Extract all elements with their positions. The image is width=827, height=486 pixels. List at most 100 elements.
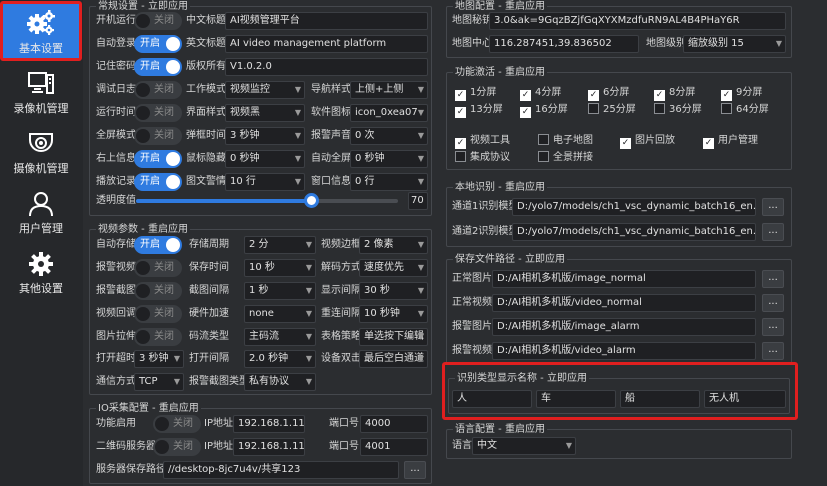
opacity-slider-handle[interactable] [304,193,319,208]
video-select[interactable]: 2.0 秒钟 ▼ [244,350,316,368]
save-path-browse-button[interactable]: ... [762,294,784,312]
toggle-switch[interactable]: 开启 [134,236,182,254]
map-level-select[interactable]: 缩放级别 15 ▼ [683,35,786,53]
opacity-slider[interactable] [136,193,398,208]
toggle-switch[interactable]: 关闭 [134,259,182,277]
general-text-input[interactable]: AI视频管理平台 [225,12,428,30]
group-title: 语言配置 - 重启应用 [453,423,547,436]
toggle-switch[interactable]: 关闭 [134,104,182,122]
video-select[interactable]: 2 分 ▼ [244,236,316,254]
nav-recorder-management[interactable]: 录像机管理 [3,64,79,120]
model-path-input[interactable]: D:/yolo7/models/ch1_vsc_dynamic_batch16_… [512,198,756,216]
general-text-input[interactable]: V1.0.2.0 [225,58,428,76]
video-select[interactable]: 私有协议 ▼ [244,373,316,391]
feature-checkbox[interactable]: 集成协议 [455,151,510,165]
feature-checkbox[interactable]: 全景拼接 [538,151,593,165]
general-select[interactable]: icon_0xea07 ▼ [350,104,428,122]
screen-layout-checkbox[interactable]: ✓ 8分屏 [654,86,695,101]
toggle-switch[interactable]: 关闭 [134,81,182,99]
opacity-value[interactable]: 70 [408,192,428,210]
general-select-value: 0 次 [355,130,375,141]
language-select[interactable]: 中文 ▼ [472,437,576,455]
screen-layout-checkbox[interactable]: 36分屏 [654,103,702,117]
server-path-browse-button[interactable]: ... [404,461,426,479]
model-browse-button[interactable]: ... [762,198,784,216]
general-field-label: 界面样式 [186,107,226,118]
general-select[interactable]: 10 行 ▼ [225,173,305,191]
save-path-input[interactable]: D:/AI相机多机版/video_normal [492,294,756,312]
general-select[interactable]: 0 行 ▼ [350,173,428,191]
video-select[interactable]: none ▼ [244,305,316,323]
toggle-switch[interactable]: 关闭 [134,282,182,300]
video-select[interactable]: 3 秒钟 ▼ [134,350,184,368]
model-browse-button[interactable]: ... [762,223,784,241]
general-field-label: 工作模式 [186,84,226,95]
checkbox-label: 1分屏 [470,87,497,98]
display-name-drone[interactable]: 无人机 [704,390,786,408]
toggle-switch[interactable]: 开启 [134,173,182,191]
toggle-switch[interactable]: 开启 [134,35,182,53]
video-select[interactable]: 10 秒 ▼ [244,259,316,277]
save-path-browse-button[interactable]: ... [762,342,784,360]
video-select[interactable]: 10 秒钟 ▼ [359,305,428,323]
nav-camera-management[interactable]: 摄像机管理 [3,124,79,180]
toggle-switch[interactable]: 关闭 [153,438,201,456]
toggle-switch[interactable]: 开启 [134,58,182,76]
video-select[interactable]: TCP ▼ [134,373,184,391]
io-ip-input[interactable]: 192.168.1.11 [233,438,305,456]
general-select[interactable]: 0 秒钟 ▼ [225,150,305,168]
toggle-switch[interactable]: 关闭 [134,12,182,30]
model-path-input[interactable]: D:/yolo7/models/ch1_vsc_dynamic_batch16_… [512,223,756,241]
toggle-switch[interactable]: 开启 [134,150,182,168]
screen-layout-checkbox[interactable]: ✓ 1分屏 [455,86,496,101]
display-name-vehicle[interactable]: 车 [536,390,616,408]
server-path-input[interactable]: //desktop-8jc7u4v/共享123 [163,461,399,479]
screen-layout-checkbox[interactable]: 64分屏 [721,103,769,117]
nav-basic-settings[interactable]: 基本设置 [3,4,79,60]
save-path-input[interactable]: D:/AI相机多机版/video_alarm [492,342,756,360]
display-name-person[interactable]: 人 [452,390,532,408]
feature-checkbox[interactable]: ✓ 用户管理 [703,134,758,149]
general-select[interactable]: 视频黑 ▼ [225,104,305,122]
screen-layout-checkbox[interactable]: 25分屏 [588,103,636,117]
chevron-down-icon: ▼ [417,177,424,186]
io-ip-input[interactable]: 192.168.1.11 [233,415,305,433]
checkbox-box: ✓ [654,90,665,101]
general-text-input[interactable]: AI video management platform [225,35,428,53]
nav-other-settings[interactable]: 其他设置 [3,244,79,300]
screen-layout-checkbox[interactable]: ✓ 13分屏 [455,103,503,118]
general-select[interactable]: 0 秒钟 ▼ [350,150,428,168]
video-select[interactable]: 2 像素 ▼ [359,236,428,254]
general-select[interactable]: 视频监控 ▼ [225,81,305,99]
video-select[interactable]: 主码流 ▼ [244,328,316,346]
save-path-input[interactable]: D:/AI相机多机版/image_normal [492,270,756,288]
feature-checkbox[interactable]: 电子地图 [538,134,593,148]
video-select[interactable]: 最后空白通道 ▼ [359,350,428,368]
toggle-switch[interactable]: 关闭 [134,305,182,323]
screen-layout-checkbox[interactable]: ✓ 9分屏 [721,86,762,101]
video-select[interactable]: 速度优先 ▼ [359,259,428,277]
feature-checkbox[interactable]: ✓ 图片回放 [620,134,675,149]
general-select[interactable]: 3 秒钟 ▼ [225,127,305,145]
video-select[interactable]: 30 秒 ▼ [359,282,428,300]
toggle-switch[interactable]: 关闭 [134,127,182,145]
general-select[interactable]: 0 次 ▼ [350,127,428,145]
general-select[interactable]: 上侧+上侧 ▼ [350,81,428,99]
feature-checkbox[interactable]: ✓ 视频工具 [455,134,510,149]
io-port-input[interactable]: 4000 [360,415,428,433]
display-name-ship[interactable]: 船 [620,390,700,408]
screen-layout-checkbox[interactable]: ✓ 4分屏 [520,86,561,101]
video-select[interactable]: 单选按下编辑 ▼ [359,328,428,346]
save-path-input[interactable]: D:/AI相机多机版/image_alarm [492,318,756,336]
save-path-browse-button[interactable]: ... [762,318,784,336]
io-port-input[interactable]: 4001 [360,438,428,456]
screen-layout-checkbox[interactable]: ✓ 16分屏 [520,103,568,118]
toggle-switch[interactable]: 关闭 [134,328,182,346]
toggle-switch[interactable]: 关闭 [153,415,201,433]
map-key-input[interactable]: 3.0&ak=9GqzBZjfGqXYXMzdfuRN9AL4B4PHaY6R [489,12,786,30]
nav-user-management[interactable]: 用户管理 [3,184,79,240]
video-select[interactable]: 1 秒 ▼ [244,282,316,300]
save-path-browse-button[interactable]: ... [762,270,784,288]
map-center-input[interactable]: 116.287451,39.836502 [489,35,639,53]
screen-layout-checkbox[interactable]: ✓ 6分屏 [588,86,629,101]
